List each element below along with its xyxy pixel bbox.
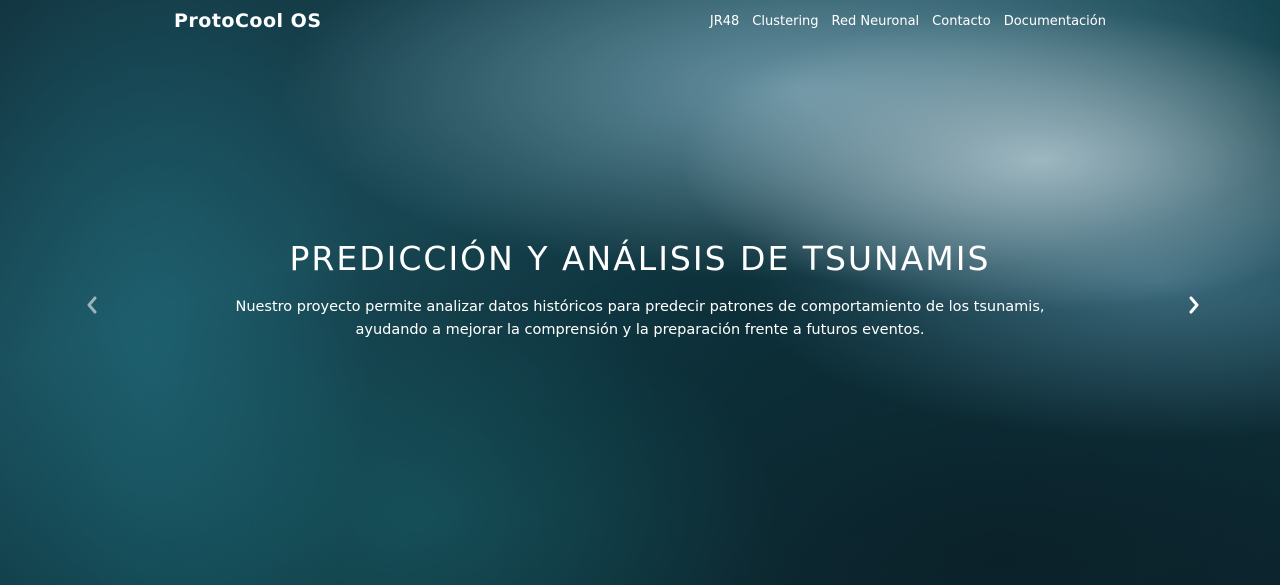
nav-link-documentacion[interactable]: Documentación	[1004, 14, 1106, 29]
navbar: ProtoCool OS JR48 Clustering Red Neurona…	[0, 0, 1280, 46]
hero-caption: PREDICCIÓN Y ANÁLISIS DE TSUNAMIS Nuestr…	[0, 234, 1280, 342]
hero-description-line-1: Nuestro proyecto permite analizar datos …	[235, 299, 1045, 315]
nav-link-contacto[interactable]: Contacto	[932, 14, 991, 29]
nav-links: JR48 Clustering Red Neuronal Contacto Do…	[710, 14, 1106, 29]
hero-section: ProtoCool OS JR48 Clustering Red Neurona…	[0, 0, 1280, 585]
brand-logo[interactable]: ProtoCool OS	[174, 10, 322, 32]
chevron-left-icon	[87, 296, 97, 314]
hero-title: PREDICCIÓN Y ANÁLISIS DE TSUNAMIS	[289, 239, 991, 278]
hero-description-line-2: ayudando a mejorar la comprensión y la p…	[355, 322, 925, 338]
chevron-right-icon	[1189, 296, 1199, 314]
nav-link-red-neuronal[interactable]: Red Neuronal	[832, 14, 920, 29]
carousel-prev-button[interactable]	[79, 292, 105, 318]
hero-description: Nuestro proyecto permite analizar datos …	[200, 296, 1080, 342]
nav-link-jr48[interactable]: JR48	[710, 14, 739, 29]
carousel-next-button[interactable]	[1181, 292, 1207, 318]
nav-link-clustering[interactable]: Clustering	[752, 14, 818, 29]
